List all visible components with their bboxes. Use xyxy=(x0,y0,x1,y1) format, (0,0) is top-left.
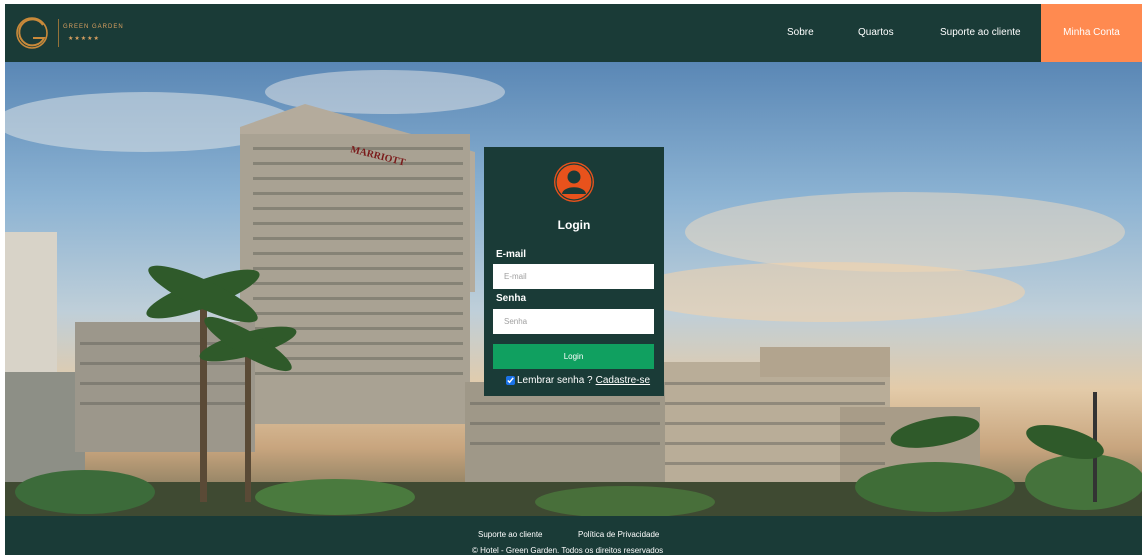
nav-link-suporte[interactable]: Suporte ao cliente xyxy=(940,4,1021,62)
signup-link[interactable]: Cadastre-se xyxy=(596,375,650,386)
page: GREEN GARDEN ★★★★★ Sobre Quartos Suporte… xyxy=(5,4,1142,555)
top-navbar: GREEN GARDEN ★★★★★ Sobre Quartos Suporte… xyxy=(5,4,1142,62)
brand-stars: ★★★★★ xyxy=(68,36,100,42)
footer-link-suporte[interactable]: Suporte ao cliente xyxy=(478,530,543,539)
password-field[interactable] xyxy=(493,309,654,334)
login-card: Login E-mail Senha Login Lembrar senha ?… xyxy=(484,147,664,396)
email-field[interactable] xyxy=(493,264,654,289)
remember-checkbox[interactable] xyxy=(506,376,515,385)
footer: Suporte ao cliente Política de Privacida… xyxy=(5,516,1142,555)
brand-name: GREEN GARDEN xyxy=(63,24,124,30)
green-garden-logo[interactable] xyxy=(13,14,53,52)
email-label: E-mail xyxy=(496,249,527,260)
password-label: Senha xyxy=(496,293,527,304)
remember-label: Lembrar senha ? xyxy=(517,375,593,386)
user-icon xyxy=(554,162,594,202)
login-title: Login xyxy=(557,218,591,232)
remember-row: Lembrar senha ? Cadastre-se xyxy=(506,375,650,386)
nav-link-quartos[interactable]: Quartos xyxy=(858,4,894,62)
copyright-text: © Hotel - Green Garden. Todos os direito… xyxy=(472,546,664,555)
login-button[interactable]: Login xyxy=(493,344,654,369)
minha-conta-button[interactable]: Minha Conta xyxy=(1041,4,1142,62)
nav-link-sobre[interactable]: Sobre xyxy=(787,4,814,62)
footer-link-privacidade[interactable]: Política de Privacidade xyxy=(578,530,659,539)
logo-divider xyxy=(58,19,59,47)
